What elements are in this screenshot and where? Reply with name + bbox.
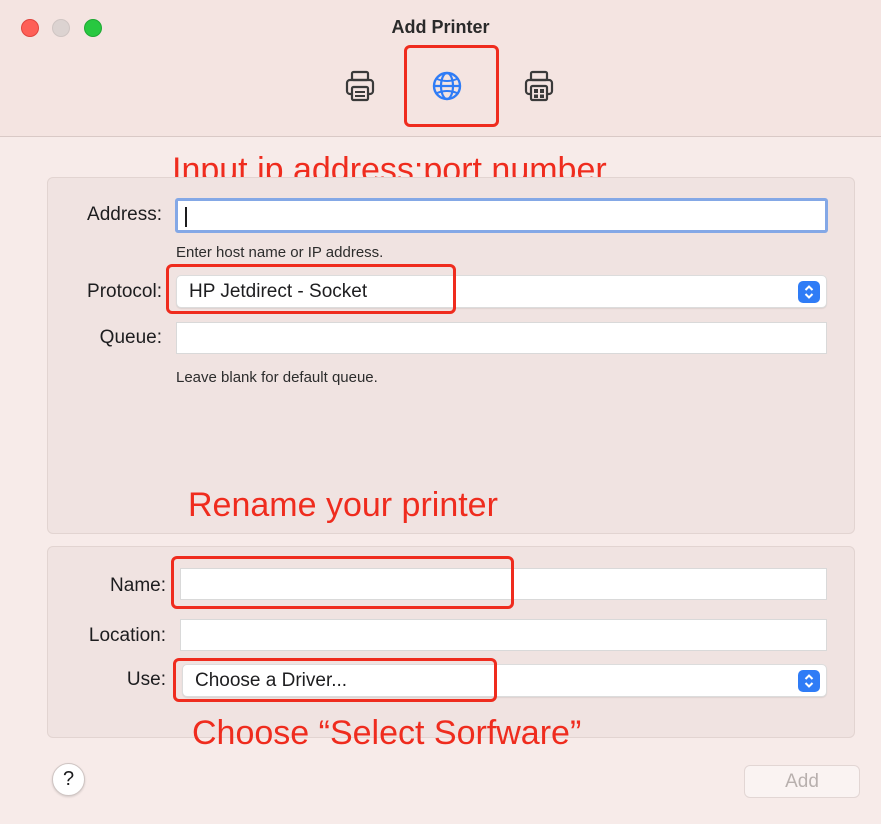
add-button[interactable]: Add: [744, 765, 860, 798]
protocol-highlight: [166, 264, 456, 314]
add-printer-window: Add Printer Input ip address:port number…: [0, 0, 881, 824]
name-annotation: Rename your printer: [188, 486, 498, 524]
address-input[interactable]: [178, 201, 825, 230]
toolbar-windows-button[interactable]: [513, 60, 565, 112]
queue-hint: Leave blank for default queue.: [176, 369, 378, 386]
chevron-up-down-icon: [804, 674, 814, 688]
location-input[interactable]: [181, 620, 826, 650]
use-annotation: Choose “Select Sorfware”: [192, 714, 582, 752]
use-label: Use:: [126, 669, 166, 690]
driver-stepper[interactable]: [798, 670, 820, 692]
help-button[interactable]: ?: [52, 763, 85, 796]
windows-printer-icon: [524, 70, 554, 102]
address-hint: Enter host name or IP address.: [176, 244, 384, 261]
address-field[interactable]: [175, 198, 828, 233]
toolbar-default-button[interactable]: [334, 60, 386, 112]
protocol-label: Protocol:: [87, 281, 162, 302]
protocol-stepper[interactable]: [798, 281, 820, 303]
window-title: Add Printer: [391, 17, 490, 37]
title-bar: Add Printer: [0, 0, 881, 137]
location-field[interactable]: [180, 619, 827, 651]
text-caret: [185, 207, 187, 227]
use-highlight: [173, 658, 497, 702]
queue-field[interactable]: [176, 322, 827, 354]
queue-input[interactable]: [177, 323, 826, 353]
name-label: Name:: [110, 575, 166, 596]
printer-icon: [345, 70, 375, 102]
ip-tab-highlight: [404, 45, 499, 127]
location-label: Location:: [88, 625, 166, 646]
queue-label: Queue:: [99, 327, 162, 348]
name-highlight: [171, 556, 514, 609]
address-label: Address:: [87, 204, 162, 225]
chevron-up-down-icon: [804, 285, 814, 299]
